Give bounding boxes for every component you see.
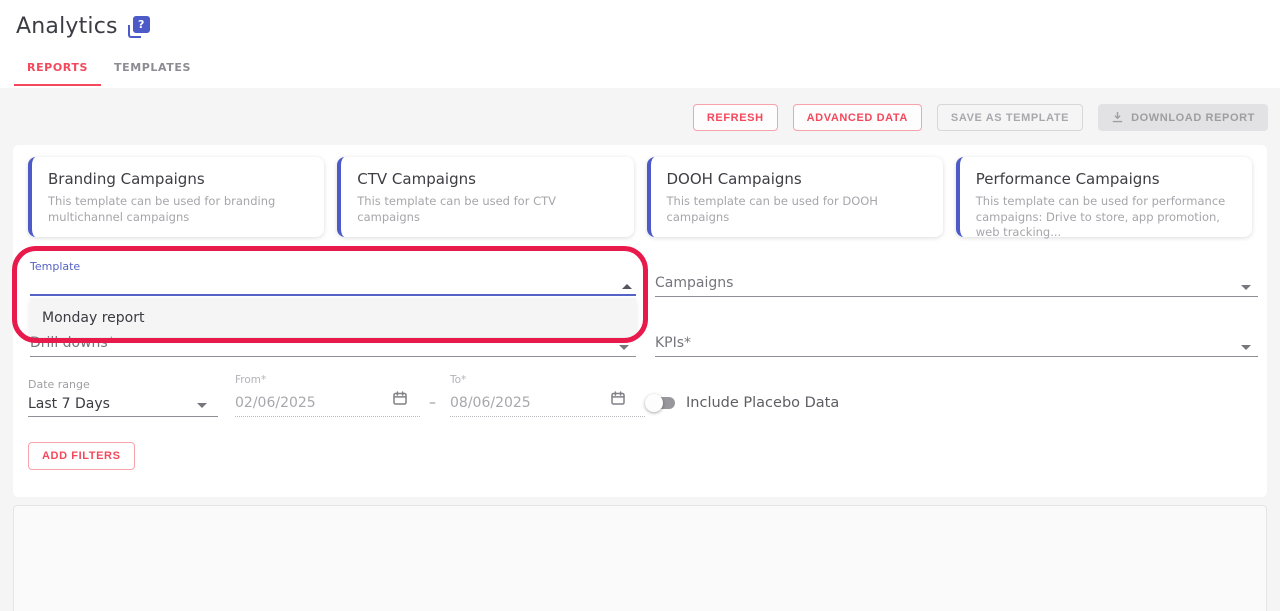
filter-panel: Branding Campaigns This template can be … bbox=[13, 145, 1267, 497]
help-icon-glyph: ? bbox=[133, 16, 150, 33]
card-description: This template can be used for DOOH campa… bbox=[667, 194, 927, 225]
from-date-input[interactable]: 02/06/2025 bbox=[235, 395, 316, 411]
date-range-label: Date range bbox=[28, 378, 90, 391]
chevron-down-icon[interactable] bbox=[197, 403, 207, 408]
card-title: DOOH Campaigns bbox=[667, 170, 927, 188]
page-header: Analytics ? bbox=[16, 14, 150, 39]
date-range-select[interactable]: Last 7 Days bbox=[28, 396, 110, 412]
download-report-button[interactable]: DOWNLOAD REPORT bbox=[1098, 104, 1268, 131]
card-title: CTV Campaigns bbox=[357, 170, 617, 188]
kpis-select-underline bbox=[655, 356, 1258, 357]
to-date-underline bbox=[450, 416, 645, 417]
template-card-branding[interactable]: Branding Campaigns This template can be … bbox=[28, 157, 324, 237]
card-description: This template can be used for performanc… bbox=[976, 194, 1236, 241]
chevron-up-icon[interactable] bbox=[622, 284, 632, 289]
help-icon[interactable]: ? bbox=[128, 16, 150, 38]
card-title: Branding Campaigns bbox=[48, 170, 308, 188]
include-placebo-label: Include Placebo Data bbox=[686, 395, 839, 411]
template-dropdown-menu: Monday report bbox=[30, 298, 636, 337]
date-range-underline bbox=[28, 416, 218, 417]
kpis-select[interactable]: KPIs* bbox=[655, 335, 691, 351]
tab-reports[interactable]: REPORTS bbox=[14, 53, 101, 86]
to-date-label: To* bbox=[450, 374, 466, 386]
page-title: Analytics bbox=[16, 14, 118, 39]
template-card-row: Branding Campaigns This template can be … bbox=[28, 157, 1252, 237]
include-placebo-toggle[interactable] bbox=[645, 394, 677, 412]
toolbar: REFRESH ADVANCED DATA SAVE AS TEMPLATE D… bbox=[693, 104, 1268, 131]
tab-templates[interactable]: TEMPLATES bbox=[101, 53, 204, 86]
save-as-template-button[interactable]: SAVE AS TEMPLATE bbox=[937, 104, 1083, 131]
campaigns-select-underline bbox=[655, 296, 1258, 297]
calendar-icon[interactable] bbox=[391, 389, 409, 407]
drill-downs-select[interactable]: Drill downs* bbox=[30, 335, 115, 351]
toggle-thumb bbox=[645, 394, 663, 412]
template-select[interactable] bbox=[30, 270, 636, 297]
template-card-dooh[interactable]: DOOH Campaigns This template can be used… bbox=[647, 157, 943, 237]
card-title: Performance Campaigns bbox=[976, 170, 1236, 188]
to-date-input[interactable]: 08/06/2025 bbox=[450, 395, 531, 411]
menu-item-monday-report[interactable]: Monday report bbox=[30, 298, 636, 337]
chevron-down-icon[interactable] bbox=[619, 345, 629, 350]
report-content-area bbox=[13, 505, 1267, 611]
download-icon bbox=[1111, 111, 1124, 124]
card-description: This template can be used for CTV campai… bbox=[357, 194, 617, 225]
drill-downs-select-underline bbox=[30, 356, 636, 357]
refresh-button[interactable]: REFRESH bbox=[693, 104, 778, 131]
download-report-label: DOWNLOAD REPORT bbox=[1131, 112, 1255, 124]
chevron-down-icon[interactable] bbox=[1241, 345, 1251, 350]
from-date-underline bbox=[235, 416, 420, 417]
date-range-separator: – bbox=[429, 395, 436, 411]
advanced-data-button[interactable]: ADVANCED DATA bbox=[793, 104, 922, 131]
tab-bar: REPORTS TEMPLATES bbox=[14, 53, 204, 86]
card-description: This template can be used for branding m… bbox=[48, 194, 308, 225]
analytics-page: Analytics ? REPORTS TEMPLATES REFRESH AD… bbox=[0, 0, 1280, 611]
calendar-icon[interactable] bbox=[609, 389, 627, 407]
template-select-underline bbox=[30, 294, 636, 296]
from-date-label: From* bbox=[235, 374, 266, 386]
template-card-performance[interactable]: Performance Campaigns This template can … bbox=[956, 157, 1252, 237]
chevron-down-icon[interactable] bbox=[1241, 285, 1251, 290]
add-filters-button[interactable]: ADD FILTERS bbox=[28, 442, 135, 470]
template-card-ctv[interactable]: CTV Campaigns This template can be used … bbox=[337, 157, 633, 237]
campaigns-select[interactable]: Campaigns bbox=[655, 275, 733, 291]
